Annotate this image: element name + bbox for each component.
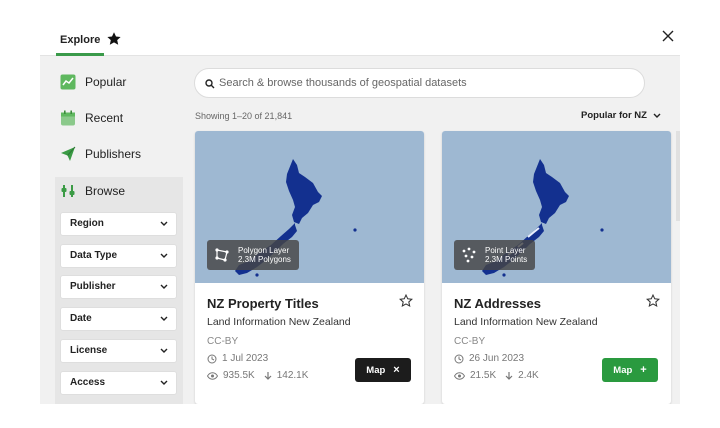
search-input[interactable]	[219, 75, 629, 91]
eye-icon	[454, 371, 465, 380]
history-icon	[207, 354, 217, 363]
filter-label: Publisher	[70, 281, 116, 292]
map-add-button[interactable]: Map +	[602, 358, 658, 382]
history-icon	[454, 354, 464, 363]
sidebar-item-popular[interactable]: Popular	[60, 71, 126, 93]
chevron-down-icon	[160, 380, 168, 385]
sidebar-item-recent[interactable]: Recent	[60, 107, 123, 129]
filter-label: Data Type	[70, 250, 118, 261]
sort-dropdown[interactable]: Popular for NZ	[581, 110, 661, 121]
filter-label: License	[70, 345, 108, 356]
dataset-publisher: Land Information New Zealand	[207, 316, 351, 328]
layer-type: Point Layer	[485, 246, 526, 255]
chevron-down-icon	[160, 348, 168, 353]
star-outline-icon[interactable]	[399, 294, 413, 308]
layer-type: Polygon Layer	[238, 246, 290, 255]
sidebar-item-publishers[interactable]: Publishers	[60, 143, 141, 165]
filter-date-dropdown[interactable]: Date	[60, 307, 177, 331]
dataset-card[interactable]: Point Layer 2.3M Points NZ Addresses Lan…	[442, 131, 671, 404]
filter-label: Region	[70, 218, 104, 229]
downloads-count: 142.1K	[276, 370, 309, 381]
layer-badge: Point Layer 2.3M Points	[454, 240, 536, 270]
views-count: 935.5K	[223, 370, 255, 381]
layer-badge: Polygon Layer 2.3M Polygons	[207, 240, 299, 270]
date-text: 26 Jun 2023	[469, 353, 525, 364]
sidebar-item-label: Recent	[85, 111, 124, 125]
point-layer-icon	[462, 247, 476, 263]
polygon-layer-icon	[215, 248, 229, 262]
dataset-date: 1 Jul 2023	[207, 353, 268, 364]
filter-publisher-dropdown[interactable]: Publisher	[60, 275, 177, 299]
layer-count: 2.3M Points	[485, 255, 528, 264]
sort-label: Popular for NZ	[581, 110, 647, 121]
search-icon	[205, 79, 215, 89]
layer-count: 2.3M Polygons	[238, 255, 291, 264]
sidebar-item-browse[interactable]: Browse	[60, 180, 125, 202]
chevron-down-icon	[653, 113, 661, 118]
dataset-license: CC-BY	[454, 336, 486, 347]
filter-label: Access	[70, 377, 106, 388]
dataset-publisher: Land Information New Zealand	[454, 316, 598, 328]
dataset-title[interactable]: NZ Addresses	[454, 296, 541, 311]
results-count: Showing 1–20 of 21,841	[195, 111, 293, 121]
dataset-card[interactable]: Polygon Layer 2.3M Polygons NZ Property …	[195, 131, 424, 404]
filter-license-dropdown[interactable]: License	[60, 339, 177, 363]
close-icon: ×	[393, 364, 400, 376]
sidebar-item-label: Popular	[85, 75, 127, 89]
views-count: 21.5K	[470, 370, 497, 381]
map-button-label: Map	[613, 364, 633, 376]
explore-panel: Explore Popular Recent Publishers Browse…	[40, 24, 680, 404]
tab-bar: Explore	[40, 24, 680, 56]
chevron-down-icon	[160, 221, 168, 226]
star-outline-icon[interactable]	[646, 294, 660, 308]
sidebar-item-label: Publishers	[85, 147, 142, 161]
close-icon[interactable]	[660, 28, 676, 44]
downloads-count: 2.4K	[518, 370, 539, 381]
download-arrow-icon	[264, 371, 272, 380]
chevron-down-icon	[160, 253, 168, 258]
filter-region-dropdown[interactable]: Region	[60, 212, 177, 236]
calendar-icon	[61, 110, 75, 126]
chevron-down-icon	[160, 284, 168, 289]
popular-chart-icon	[60, 74, 76, 90]
dataset-title[interactable]: NZ Property Titles	[207, 296, 319, 311]
map-button-label: Map	[366, 364, 386, 376]
star-icon[interactable]	[106, 31, 122, 47]
paper-plane-icon	[61, 146, 76, 161]
sidebar-item-label: Browse	[85, 184, 126, 198]
chevron-down-icon	[160, 316, 168, 321]
dataset-license: CC-BY	[207, 336, 239, 347]
filter-data-type-dropdown[interactable]: Data Type	[60, 244, 177, 268]
dataset-stats: 21.5K 2.4K	[454, 370, 539, 381]
browse-icon	[61, 185, 75, 197]
download-arrow-icon	[505, 371, 513, 380]
filter-label: Date	[70, 313, 92, 324]
tab-explore[interactable]: Explore	[56, 32, 105, 56]
dataset-stats: 935.5K 142.1K	[207, 370, 308, 381]
dataset-date: 26 Jun 2023	[454, 353, 524, 364]
scrollbar[interactable]	[676, 131, 680, 221]
filter-access-dropdown[interactable]: Access	[60, 371, 177, 395]
date-text: 1 Jul 2023	[222, 353, 269, 364]
map-remove-button[interactable]: Map ×	[355, 358, 411, 382]
eye-icon	[207, 371, 218, 380]
search-bar[interactable]	[194, 68, 645, 98]
plus-icon: +	[640, 364, 647, 376]
